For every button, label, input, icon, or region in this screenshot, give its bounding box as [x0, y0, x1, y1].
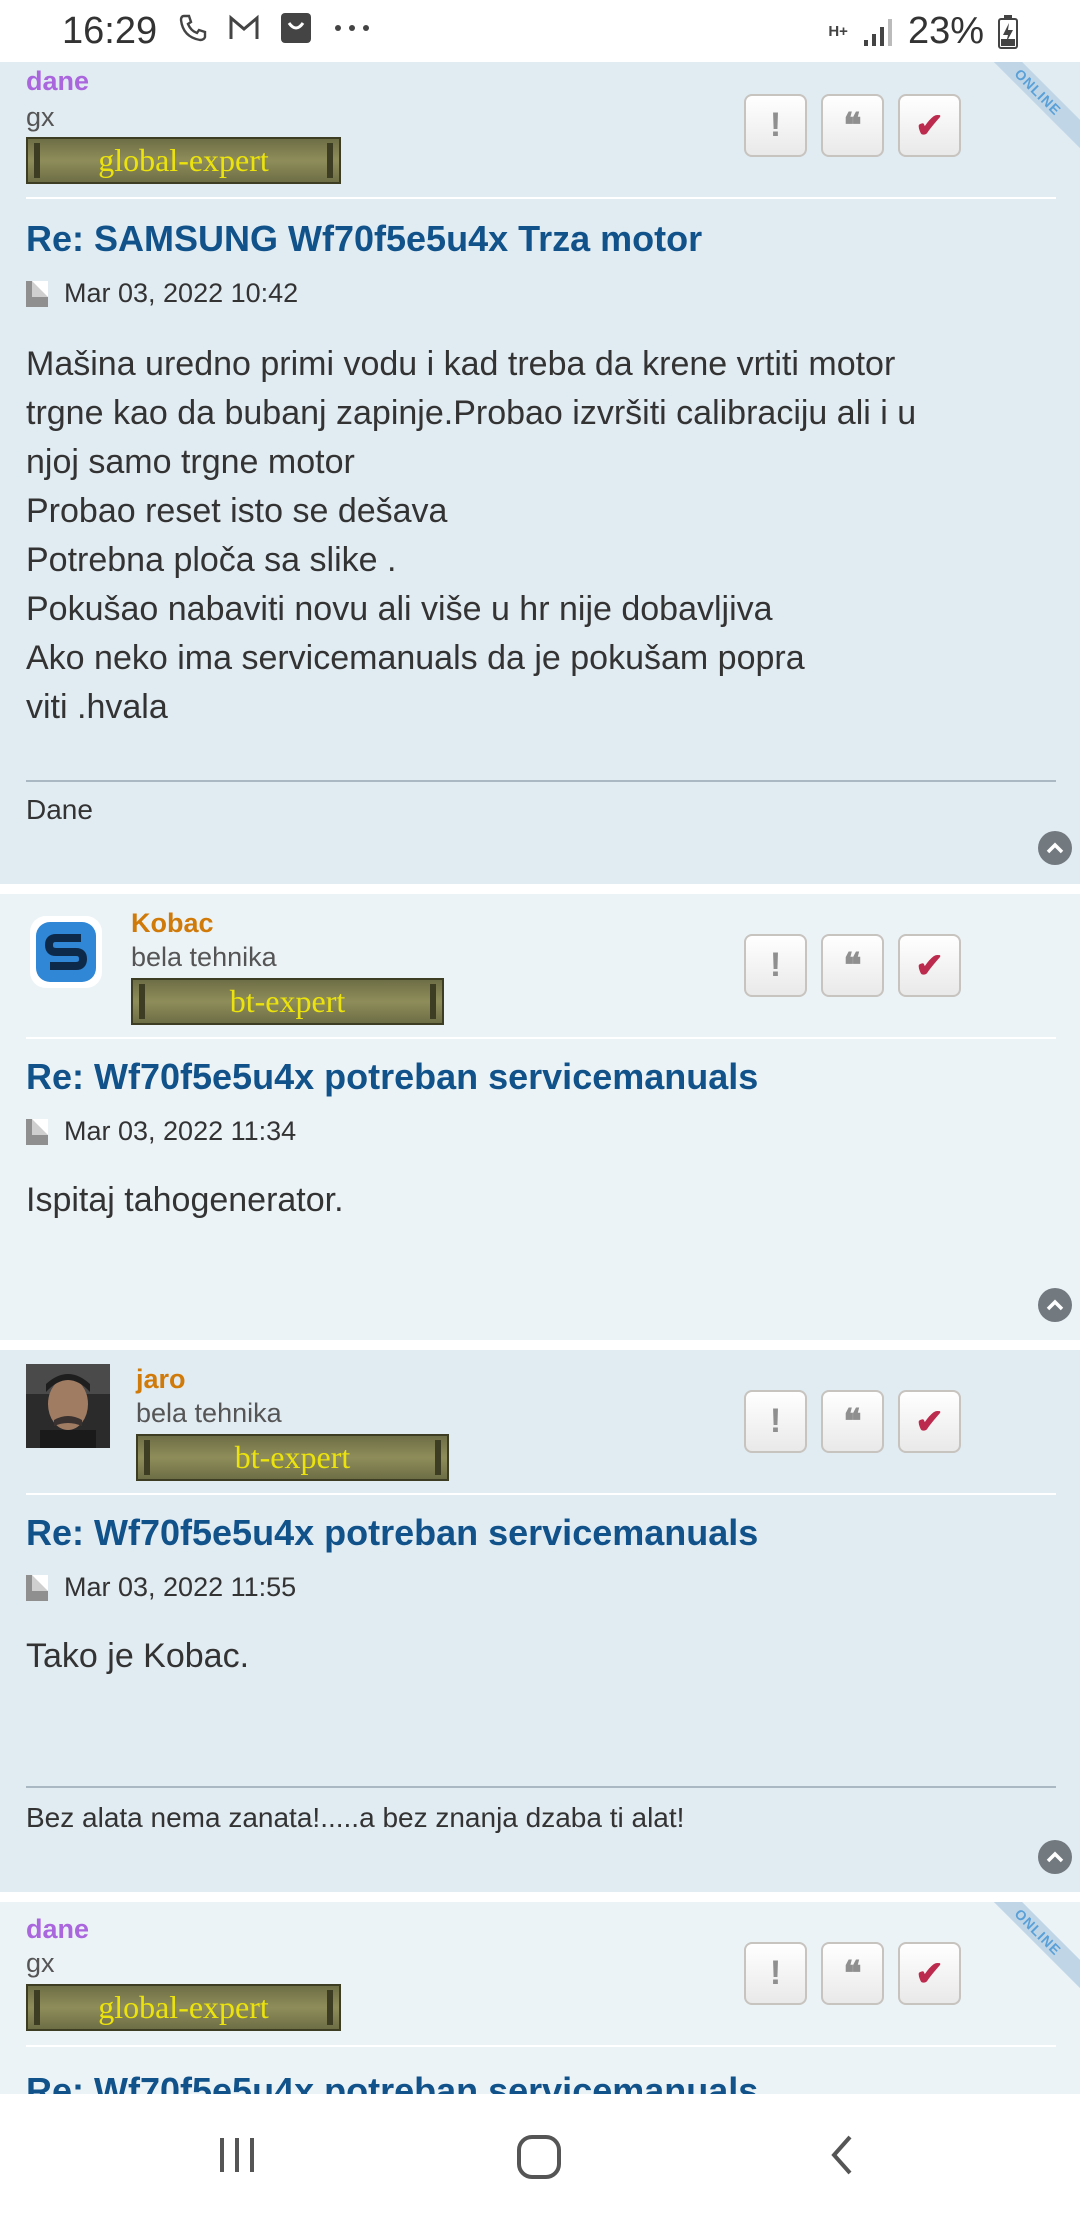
signature-divider — [26, 780, 1056, 782]
post-meta: Mar 03, 2022 11:55 — [26, 1572, 296, 1603]
more-dots-icon — [335, 25, 369, 31]
post-date: Mar 03, 2022 10:42 — [64, 278, 299, 308]
post-body: Tako je Kobac. — [26, 1632, 1046, 1681]
post-body-line: njoj samo trgne motor — [26, 443, 355, 481]
header-divider — [26, 197, 1056, 199]
thanks-button[interactable]: ✔ — [898, 934, 961, 997]
chevron-up-icon — [1046, 1851, 1064, 1863]
rank-badge: global-expert — [26, 137, 341, 184]
recent-apps-icon[interactable] — [214, 2132, 260, 2178]
quote-button[interactable]: ❝ — [821, 934, 884, 997]
notification-icons — [178, 12, 372, 44]
phone-call-icon — [179, 14, 207, 42]
post-meta: Mar 03, 2022 11:34 — [26, 1116, 296, 1147]
post-file-icon — [26, 280, 48, 307]
signal-icon — [863, 18, 892, 46]
rank-badge: global-expert — [26, 1984, 341, 2031]
post-title[interactable]: Re: Wf70f5e5u4x potreban servicemanuals — [26, 2070, 758, 2094]
post-body-line: Ako neko ima servicemanuals da je pokuša… — [26, 639, 805, 677]
rank-badge: bt-expert — [131, 978, 444, 1025]
thanks-button[interactable]: ✔ — [898, 94, 961, 157]
post-date: Mar 03, 2022 11:55 — [64, 1572, 297, 1602]
quote-button[interactable]: ❝ — [821, 1390, 884, 1453]
post-body: Mašina uredno primi vodu i kad treba da … — [26, 340, 1046, 732]
post-actions: ! ❝ ✔ — [744, 1390, 961, 1453]
header-divider — [26, 2045, 1056, 2047]
post-body-line: Pokušao nabaviti novu ali više u hr nije… — [26, 590, 773, 628]
post-3: jaro bela tehnika bt-expert ! ❝ ✔ Re: Wf… — [0, 1350, 1080, 1892]
post-body-line: viti .hvala — [26, 688, 168, 726]
quote-button[interactable]: ❝ — [821, 94, 884, 157]
chevron-up-icon — [1046, 1299, 1064, 1311]
post-body: Ispitaj tahogenerator. — [26, 1176, 1046, 1225]
online-ribbon: ONLINE — [984, 1902, 1080, 1998]
back-to-top-button[interactable] — [1038, 831, 1072, 865]
topic-feed[interactable]: ONLINE dane gx global-expert ! ❝ ✔ Re: S… — [0, 62, 1080, 2094]
post-date: Mar 03, 2022 11:34 — [64, 1116, 297, 1146]
post-2: Kobac bela tehnika bt-expert ! ❝ ✔ Re: W… — [0, 894, 1080, 1340]
post-body-line: trgne kao da bubanj zapinje.Probao izvrš… — [26, 394, 917, 432]
thanks-button[interactable]: ✔ — [898, 1390, 961, 1453]
post-title[interactable]: Re: SAMSUNG Wf70f5e5u4x Trza motor — [26, 218, 702, 260]
battery-charging-icon — [998, 14, 1018, 49]
report-button[interactable]: ! — [744, 934, 807, 997]
online-ribbon: ONLINE — [984, 62, 1080, 158]
post-author[interactable]: dane — [26, 66, 89, 97]
post-body-line: Mašina uredno primi vodu i kad treba da … — [26, 345, 896, 383]
header-divider — [26, 1493, 1056, 1495]
post-body-line: Tako je Kobac. — [26, 1637, 250, 1675]
back-icon[interactable] — [822, 2132, 862, 2178]
chevron-up-icon — [1046, 842, 1064, 854]
author-rank: bela tehnika — [136, 1398, 282, 1428]
signature-divider — [26, 1786, 1056, 1788]
post-signature: Bez alata nema zanata!.....a bez znanja … — [26, 1802, 685, 1833]
battery-percent: 23% — [907, 10, 984, 52]
post-file-icon — [26, 1118, 48, 1145]
back-to-top-button[interactable] — [1038, 1288, 1072, 1322]
post-file-icon — [26, 1574, 48, 1601]
post-signature: Dane — [26, 794, 93, 825]
author-avatar[interactable] — [26, 912, 106, 992]
network-type: H+ — [828, 23, 848, 40]
post-body-line: Potrebna ploča sa slike . — [26, 541, 397, 579]
author-avatar[interactable] — [26, 1364, 110, 1448]
author-rank: gx — [26, 1948, 55, 1978]
post-author[interactable]: jaro — [136, 1364, 186, 1395]
thanks-button[interactable]: ✔ — [898, 1942, 961, 2005]
home-icon[interactable] — [514, 2132, 564, 2182]
post-1: ONLINE dane gx global-expert ! ❝ ✔ Re: S… — [0, 62, 1080, 884]
quote-button[interactable]: ❝ — [821, 1942, 884, 2005]
gmail-icon — [229, 14, 259, 39]
status-bar: 16:29 H+ 23% — [0, 0, 1080, 62]
author-rank: gx — [26, 102, 55, 132]
post-author[interactable]: dane — [26, 1914, 89, 1945]
post-actions: ! ❝ ✔ — [744, 934, 961, 997]
report-button[interactable]: ! — [744, 1942, 807, 2005]
author-rank: bela tehnika — [131, 942, 277, 972]
post-title[interactable]: Re: Wf70f5e5u4x potreban servicemanuals — [26, 1056, 758, 1098]
report-button[interactable]: ! — [744, 94, 807, 157]
status-time: 16:29 — [62, 10, 158, 52]
shopping-bag-icon — [281, 13, 311, 43]
post-4: ONLINE dane gx global-expert ! ❝ ✔ Re: W… — [0, 1902, 1080, 2094]
post-body-line: Ispitaj tahogenerator. — [26, 1181, 344, 1219]
back-to-top-button[interactable] — [1038, 1840, 1072, 1874]
post-body-line: Probao reset isto se dešava — [26, 492, 448, 530]
rank-badge: bt-expert — [136, 1434, 449, 1481]
post-actions: ! ❝ ✔ — [744, 94, 961, 157]
post-title[interactable]: Re: Wf70f5e5u4x potreban servicemanuals — [26, 1512, 758, 1554]
report-button[interactable]: ! — [744, 1390, 807, 1453]
post-author[interactable]: Kobac — [131, 908, 214, 939]
post-meta: Mar 03, 2022 10:42 — [26, 278, 298, 309]
header-divider — [26, 1037, 1056, 1039]
post-actions: ! ❝ ✔ — [744, 1942, 961, 2005]
system-nav-bar — [0, 2094, 1080, 2220]
